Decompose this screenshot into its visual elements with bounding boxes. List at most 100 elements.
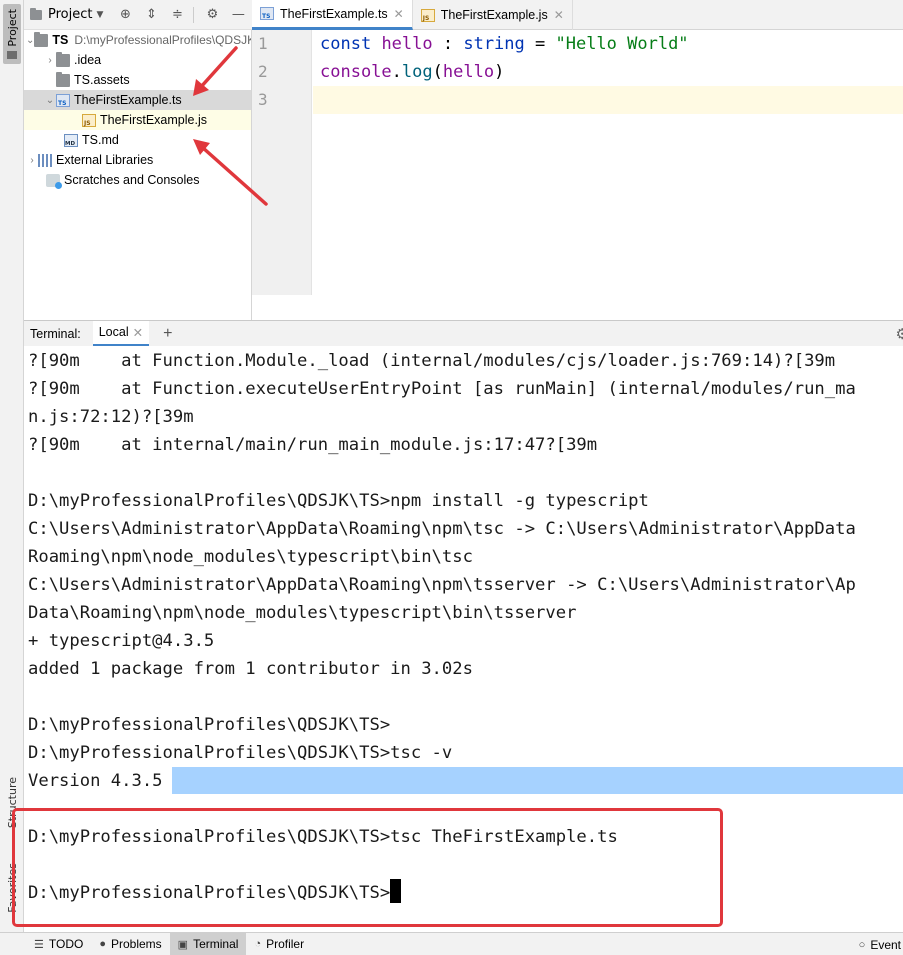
code-type: string	[463, 34, 525, 54]
tree-item-scratches[interactable]: Scratches and Consoles	[24, 170, 251, 190]
locate-icon[interactable]: ⊕	[117, 7, 133, 23]
close-icon[interactable]: ✕	[133, 325, 143, 340]
terminal-tool-label: Terminal	[193, 937, 239, 951]
terminal-line: D:\myProfessionalProfiles\QDSJK\TS>npm i…	[28, 491, 649, 511]
library-icon	[38, 153, 52, 167]
editor-gutter: 1 2 3	[252, 30, 312, 295]
profiler-label: Profiler	[266, 937, 305, 951]
close-icon[interactable]: ✕	[554, 8, 564, 22]
chevron-down-icon[interactable]: ⌄	[26, 35, 34, 46]
project-view-selector[interactable]: Project	[48, 7, 92, 22]
code-line-1[interactable]: const hello : string = "Hello World"	[313, 30, 903, 58]
profiler-icon: ◔	[254, 938, 262, 950]
tree-item-external-libraries[interactable]: › External Libraries	[24, 150, 251, 170]
javascript-file-icon	[82, 113, 96, 127]
structure-tool-button[interactable]: Structure	[3, 768, 21, 838]
minimize-icon[interactable]: —	[230, 7, 246, 23]
terminal-label: Terminal:	[30, 326, 81, 341]
terminal-line: ?[90m at Function.Module._load (internal…	[28, 351, 836, 371]
code-operator: .	[391, 62, 402, 82]
terminal-icon: ▣	[177, 938, 189, 951]
collapse-all-icon[interactable]: ≑	[169, 7, 185, 23]
terminal-prompt-line[interactable]: D:\myProfessionalProfiles\QDSJK\TS>	[28, 879, 402, 907]
editor-empty-area	[252, 295, 903, 320]
close-icon[interactable]: ✕	[394, 7, 404, 21]
code-argument: hello	[442, 62, 495, 82]
tree-root-path: D:\myProfessionalProfiles\QDSJK\TS	[74, 33, 251, 47]
typescript-file-icon	[260, 7, 274, 20]
gear-icon[interactable]: ⚙	[204, 7, 220, 23]
tree-item-thefirstexample-js[interactable]: TheFirstExample.js	[24, 110, 251, 130]
problems-label: Problems	[110, 937, 162, 951]
terminal-line: C:\Users\Administrator\AppData\Roaming\n…	[28, 519, 856, 539]
terminal-line: Roaming\npm\node_modules\typescript\bin\…	[28, 547, 473, 567]
project-tree: ⌄ TS D:\myProfessionalProfiles\QDSJK\TS …	[24, 30, 252, 320]
structure-tool-label: Structure	[5, 777, 19, 829]
terminal-output[interactable]: ?[90m at Function.Module._load (internal…	[24, 346, 903, 932]
tree-item-ts-assets[interactable]: TS.assets	[24, 70, 251, 90]
expand-all-icon[interactable]: ⇕	[143, 7, 159, 23]
code-editor[interactable]: const hello : string = "Hello World" con…	[313, 30, 903, 295]
typescript-file-icon	[56, 93, 70, 107]
line-number: 3	[258, 90, 268, 109]
code-method: log	[401, 62, 433, 82]
tree-root-label: TS	[52, 33, 69, 47]
terminal-line: ?[90m at internal/main/run_main_module.j…	[28, 435, 598, 455]
chevron-down-icon[interactable]: ⌄	[44, 95, 56, 106]
event-log-button[interactable]: ○ Event	[859, 933, 903, 955]
code-keyword: const	[320, 34, 372, 54]
code-line-2[interactable]: console.log(hello)	[313, 58, 903, 86]
profiler-tool-button[interactable]: ◔ Profiler	[246, 933, 312, 955]
terminal-tool-button[interactable]: ▣ Terminal	[169, 932, 247, 955]
favorites-tool-button[interactable]: Favorites	[3, 852, 21, 924]
left-tool-stripe: Project Structure Favorites	[0, 0, 24, 932]
chevron-right-icon[interactable]: ›	[26, 155, 38, 166]
code-string: "Hello World"	[555, 34, 689, 54]
tree-item-idea[interactable]: › .idea	[24, 50, 251, 70]
line-number: 2	[258, 62, 268, 81]
todo-tool-button[interactable]: ☰ TODO	[0, 933, 91, 955]
tree-item-label: Scratches and Consoles	[64, 173, 200, 187]
tree-item-label: TheFirstExample.ts	[74, 93, 182, 107]
terminal-line: D:\myProfessionalProfiles\QDSJK\TS>	[28, 715, 391, 735]
chevron-down-icon[interactable]: ▼	[96, 10, 103, 20]
status-bar: ☰ TODO ● Problems ▣ Terminal ◔ Profiler …	[0, 932, 903, 955]
markdown-file-icon	[64, 133, 78, 147]
project-panel-header: Project ▼ ⊕ ⇕ ≑ ⚙ —	[24, 0, 252, 30]
tab-thefirstexample-ts[interactable]: TheFirstExample.ts ✕	[252, 0, 413, 30]
problems-tool-button[interactable]: ● Problems	[91, 933, 169, 955]
terminal-line: D:\myProfessionalProfiles\QDSJK\TS>tsc T…	[28, 827, 618, 847]
project-tool-button[interactable]: Project	[3, 4, 21, 64]
tree-item-label: .idea	[74, 53, 102, 67]
add-tab-icon[interactable]: +	[163, 325, 172, 343]
chevron-right-icon[interactable]: ›	[44, 55, 56, 66]
terminal-prompt: D:\myProfessionalProfiles\QDSJK\TS>	[28, 883, 391, 903]
tree-item-label: External Libraries	[56, 153, 154, 167]
code-line-3[interactable]	[313, 86, 903, 114]
tab-thefirstexample-js[interactable]: TheFirstExample.js ✕	[413, 0, 573, 30]
selection-highlight	[172, 767, 903, 794]
terminal-line: Data\Roaming\npm\node_modules\typescript…	[28, 603, 577, 623]
project-tool-label: Project	[5, 9, 19, 47]
tree-item-label: TheFirstExample.js	[100, 113, 207, 127]
javascript-file-icon	[420, 8, 435, 22]
tree-item-ts-md[interactable]: TS.md	[24, 130, 251, 150]
tree-item-label: TS.assets	[74, 73, 130, 87]
code-operator: :	[432, 34, 464, 54]
folder-icon	[56, 51, 70, 67]
tab-local[interactable]: Local ✕	[92, 320, 150, 347]
tab-label: TheFirstExample.js	[440, 8, 548, 22]
tree-item-root[interactable]: ⌄ TS D:\myProfessionalProfiles\QDSJK\TS	[24, 30, 251, 50]
folder-icon	[7, 50, 17, 59]
terminal-header: Terminal: Local ✕ + ⚙	[24, 320, 903, 347]
terminal-line: + typescript@4.3.5	[28, 631, 215, 651]
tree-item-thefirstexample-ts[interactable]: ⌄ TheFirstExample.ts	[24, 90, 251, 110]
tab-label: TheFirstExample.ts	[280, 6, 388, 21]
todo-label: TODO	[48, 937, 84, 951]
terminal-line: C:\Users\Administrator\AppData\Roaming\n…	[28, 575, 856, 595]
gear-icon[interactable]: ⚙	[896, 325, 903, 343]
event-log-label: Event	[870, 937, 901, 952]
search-icon: ○	[858, 938, 866, 951]
folder-icon	[56, 71, 70, 87]
tree-item-label: TS.md	[82, 133, 119, 147]
